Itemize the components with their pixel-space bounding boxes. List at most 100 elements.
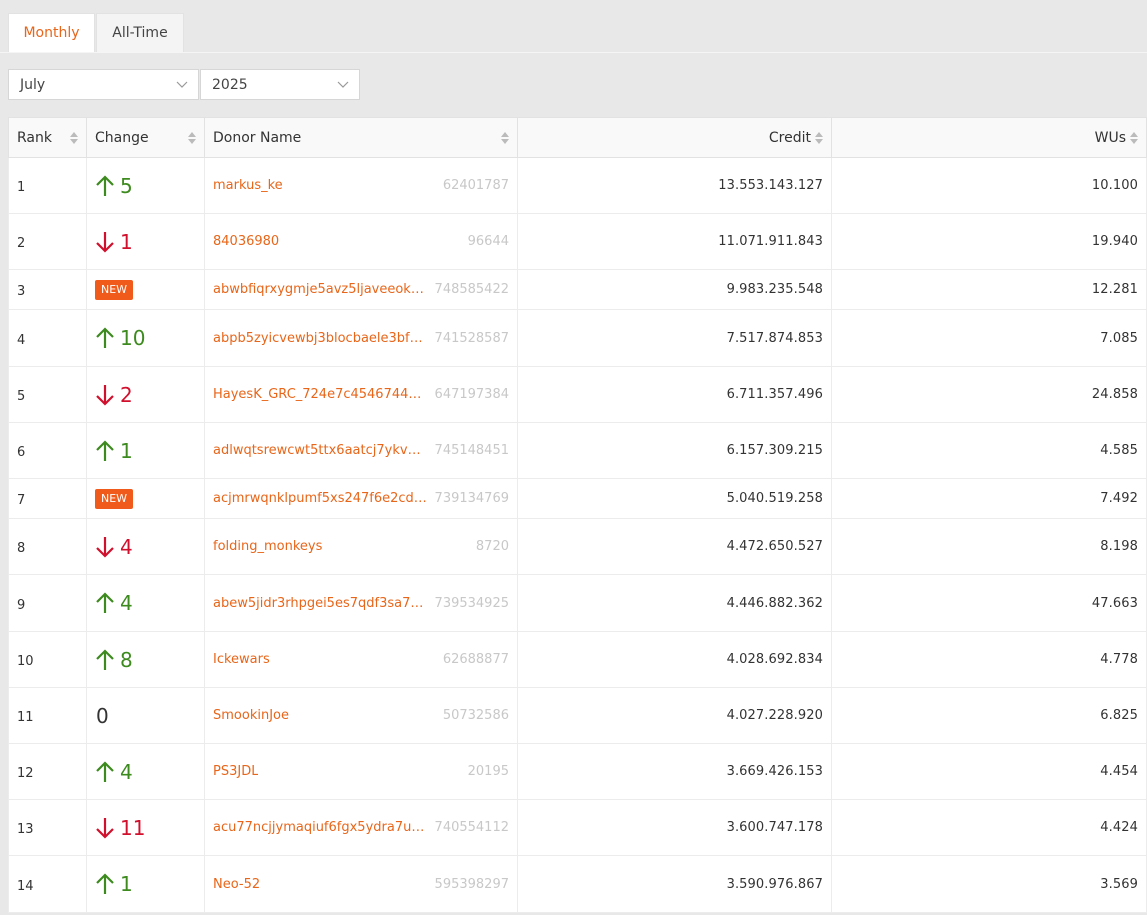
arrow-up-icon <box>96 648 114 670</box>
credit-cell: 4.446.882.362 <box>517 574 832 632</box>
donor-name-link[interactable]: HayesK_GRC_724e7c4546744e3… <box>213 387 429 402</box>
tab-all-time[interactable]: All-Time <box>96 13 184 52</box>
leaderboard: Rank Change Donor Name Credit WUs 1 5 mark… <box>8 117 1147 913</box>
rank-cell: 1 <box>8 157 87 214</box>
sort-icon <box>815 132 823 144</box>
table-row: 10 8 Ickewars 62688877 4.028.692.834 4.778 <box>8 631 1147 688</box>
column-header-wus[interactable]: WUs <box>831 117 1147 158</box>
rank-change-up: 8 <box>95 648 196 672</box>
tab-monthly[interactable]: Monthly <box>8 13 95 52</box>
new-badge: NEW <box>95 279 134 300</box>
arrow-up-icon <box>96 174 114 196</box>
donor-name-link[interactable]: folding_monkeys <box>213 539 322 554</box>
rank-cell: 2 <box>8 213 87 270</box>
donor-id: 745148451 <box>434 443 509 458</box>
donor-name-link[interactable]: acu77ncjjymaqiuf6fgx5ydra7ud5… <box>213 820 429 835</box>
donor-cell: markus_ke 62401787 <box>204 157 518 214</box>
donor-id: 739534925 <box>434 595 509 611</box>
rank-change-value: 4 <box>120 759 133 784</box>
donor-cell: abwbfiqrxygmje5avz5ljaveeok6b… 748585422 <box>204 269 518 310</box>
change-cell: 1 <box>86 213 205 270</box>
credit-cell: 4.472.650.527 <box>517 518 832 575</box>
donor-name-link[interactable]: SmookinJoe <box>213 708 289 723</box>
column-header-change[interactable]: Change <box>86 117 205 158</box>
credit-cell: 11.071.911.843 <box>517 213 832 270</box>
table-row: 12 4 PS3JDL 20195 3.669.426.153 4.454 <box>8 743 1147 800</box>
rank-change-value: 0 <box>96 703 109 728</box>
month-select[interactable]: July <box>8 69 199 100</box>
change-cell: 10 <box>86 309 205 367</box>
table-header-row: Rank Change Donor Name Credit WUs <box>8 117 1147 158</box>
rank-cell: 4 <box>8 309 87 367</box>
rank-cell: 9 <box>8 574 87 632</box>
rank-change-down: 4 <box>95 535 196 559</box>
header-label: WUs <box>1094 129 1126 146</box>
credit-cell: 6.157.309.215 <box>517 422 832 479</box>
table-body: 1 5 markus_ke 62401787 13.553.143.127 10.100 2… <box>8 157 1147 913</box>
donor-name-link[interactable]: Ickewars <box>213 652 270 667</box>
donor-id: 20195 <box>467 764 509 779</box>
arrow-up-icon <box>96 592 114 613</box>
rank-change-down: 1 <box>95 230 196 254</box>
donor-cell: HayesK_GRC_724e7c4546744e3… 647197384 <box>204 366 518 423</box>
donor-name-link[interactable]: acjmrwqnklpumf5xs247f6e2cdb… <box>213 491 429 506</box>
donor-name-link[interactable]: adlwqtsrewcwt5ttx6aatcj7ykvn6p… <box>213 443 429 458</box>
change-cell: 4 <box>86 518 205 575</box>
wus-cell: 12.281 <box>831 269 1147 310</box>
sort-icon <box>188 132 196 144</box>
rank-change-up: 1 <box>95 872 196 896</box>
rank-cell: 8 <box>8 518 87 575</box>
rank-change-up: 10 <box>95 326 196 350</box>
donor-id: 739134769 <box>434 491 509 506</box>
donor-name-link[interactable]: abwbfiqrxygmje5avz5ljaveeok6b… <box>213 282 429 297</box>
donor-name-link[interactable]: PS3JDL <box>213 764 258 779</box>
donor-id: 741528587 <box>434 330 509 346</box>
rank-cell: 13 <box>8 799 87 856</box>
donor-cell: SmookinJoe 50732586 <box>204 687 518 744</box>
change-cell: 4 <box>86 743 205 800</box>
wus-cell: 19.940 <box>831 213 1147 270</box>
credit-cell: 6.711.357.496 <box>517 366 832 423</box>
table-row: 1 5 markus_ke 62401787 13.553.143.127 10.100 <box>8 157 1147 214</box>
table-row: 7 NEW acjmrwqnklpumf5xs247f6e2cdb… 73913476… <box>8 478 1147 519</box>
rank-change-value: 11 <box>120 815 146 840</box>
donor-cell: acjmrwqnklpumf5xs247f6e2cdb… 739134769 <box>204 478 518 519</box>
rank-change-value: 2 <box>120 382 133 407</box>
column-header-credit[interactable]: Credit <box>517 117 832 158</box>
change-cell: 1 <box>86 855 205 913</box>
header-label: Rank <box>17 129 52 146</box>
donor-id: 96644 <box>467 234 509 249</box>
donor-name-link[interactable]: abew5jidr3rhpgei5es7qdf3sa743t… <box>213 596 429 611</box>
arrow-up-icon <box>96 327 114 348</box>
rank-change-down: 2 <box>95 383 196 407</box>
column-header-rank[interactable]: Rank <box>8 117 87 158</box>
donor-name-link[interactable]: 84036980 <box>213 234 279 249</box>
wus-cell: 10.100 <box>831 157 1147 214</box>
donor-name-link[interactable]: Neo-52 <box>213 877 260 892</box>
column-header-donor-name[interactable]: Donor Name <box>204 117 518 158</box>
chevron-down-icon <box>176 81 188 88</box>
change-cell: NEW <box>86 269 205 310</box>
sort-icon <box>501 132 509 144</box>
header-label: Credit <box>768 129 811 146</box>
credit-cell: 4.027.228.920 <box>517 687 832 744</box>
rank-change-up: 5 <box>95 174 196 198</box>
change-cell: 5 <box>86 157 205 214</box>
donor-cell: abpb5zyicvewbj3blocbaele3bfdg… 741528587 <box>204 309 518 367</box>
change-cell: 0 <box>86 687 205 744</box>
arrow-down-icon <box>96 384 114 406</box>
rank-change-value: 1 <box>120 872 133 896</box>
table-row: 14 1 Neo-52 595398297 3.590.976.867 3.569 <box>8 855 1147 913</box>
donor-name-link[interactable]: abpb5zyicvewbj3blocbaele3bfdg… <box>213 331 429 346</box>
change-cell: 1 <box>86 422 205 479</box>
donor-id: 62401787 <box>442 178 509 193</box>
table-row: 4 10 abpb5zyicvewbj3blocbaele3bfdg… 7415285… <box>8 309 1147 367</box>
rank-cell: 7 <box>8 478 87 519</box>
donor-cell: Ickewars 62688877 <box>204 631 518 688</box>
credit-cell: 3.590.976.867 <box>517 855 832 913</box>
month-select-value: July <box>20 76 46 93</box>
rank-change-value: 5 <box>120 173 133 198</box>
year-select[interactable]: 2025 <box>200 69 360 100</box>
donor-name-link[interactable]: markus_ke <box>213 178 283 193</box>
donor-cell: acu77ncjjymaqiuf6fgx5ydra7ud5… 740554112 <box>204 799 518 856</box>
